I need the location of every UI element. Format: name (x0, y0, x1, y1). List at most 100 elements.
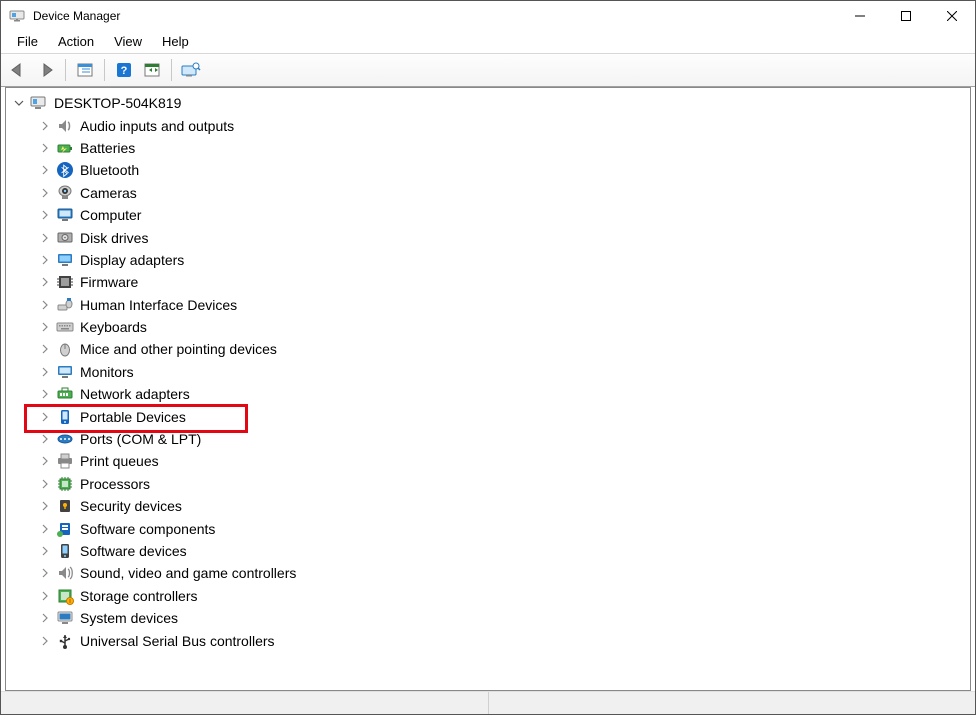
sys-icon (56, 609, 74, 627)
collapse-icon[interactable] (12, 96, 26, 110)
properties-button[interactable] (178, 57, 204, 83)
tree-item-stor[interactable]: Storage controllers (32, 585, 970, 607)
disp-icon (56, 251, 74, 269)
fw-icon (56, 273, 74, 291)
proc-icon (56, 475, 74, 493)
stor-icon (56, 587, 74, 605)
tree-item-label: Monitors (80, 364, 134, 380)
tree-item-label: Storage controllers (80, 588, 198, 604)
kb-icon (56, 318, 74, 336)
tree-item-net[interactable]: Network adapters (32, 383, 970, 405)
menu-view[interactable]: View (104, 33, 152, 50)
minimize-button[interactable] (837, 1, 883, 31)
bt-icon (56, 161, 74, 179)
tree-item-label: Human Interface Devices (80, 297, 237, 313)
tree-item-label: Bluetooth (80, 162, 139, 178)
scan-hardware-button[interactable] (139, 57, 165, 83)
tree-item-snd[interactable]: Sound, video and game controllers (32, 562, 970, 584)
port-icon (56, 408, 74, 426)
tree-item-label: Universal Serial Bus controllers (80, 633, 275, 649)
device-manager-window: Device Manager File Action View Help (0, 0, 976, 715)
tree-item-batt[interactable]: Batteries (32, 137, 970, 159)
expand-icon[interactable] (38, 119, 52, 133)
maximize-button[interactable] (883, 1, 929, 31)
comp-icon (56, 206, 74, 224)
tree-item-ports[interactable]: Ports (COM & LPT) (32, 428, 970, 450)
close-button[interactable] (929, 1, 975, 31)
expand-icon[interactable] (38, 186, 52, 200)
expand-icon[interactable] (38, 544, 52, 558)
tree-item-label: Firmware (80, 274, 138, 290)
ports-icon (56, 430, 74, 448)
tree-item-cam[interactable]: Cameras (32, 182, 970, 204)
tree-root[interactable]: DESKTOP-504K819 (6, 92, 970, 114)
tree-item-label: Sound, video and game controllers (80, 565, 296, 581)
help-button[interactable]: ? (111, 57, 137, 83)
expand-icon[interactable] (38, 611, 52, 625)
prn-icon (56, 452, 74, 470)
expand-icon[interactable] (38, 387, 52, 401)
expand-icon[interactable] (38, 499, 52, 513)
expand-icon[interactable] (38, 432, 52, 446)
tree-item-swc[interactable]: Software components (32, 517, 970, 539)
expand-icon[interactable] (38, 566, 52, 580)
swc-icon (56, 520, 74, 538)
audio-icon (56, 117, 74, 135)
tree-item-prn[interactable]: Print queues (32, 450, 970, 472)
sec-icon (56, 497, 74, 515)
tree-item-proc[interactable]: Processors (32, 473, 970, 495)
menu-action[interactable]: Action (48, 33, 104, 50)
tree-item-disk[interactable]: Disk drives (32, 226, 970, 248)
tree-item-sec[interactable]: Security devices (32, 495, 970, 517)
expand-icon[interactable] (38, 342, 52, 356)
tree-item-mon[interactable]: Monitors (32, 361, 970, 383)
swd-icon (56, 542, 74, 560)
tree-item-label: Security devices (80, 498, 182, 514)
tree-item-mouse[interactable]: Mice and other pointing devices (32, 338, 970, 360)
tree-root-label: DESKTOP-504K819 (54, 95, 181, 111)
tree-item-label: Print queues (80, 453, 159, 469)
tree-item-disp[interactable]: Display adapters (32, 249, 970, 271)
expand-icon[interactable] (38, 410, 52, 424)
expand-icon[interactable] (38, 522, 52, 536)
menu-file[interactable]: File (7, 33, 48, 50)
tree-item-label: Disk drives (80, 230, 148, 246)
expand-icon[interactable] (38, 141, 52, 155)
tree-item-audio[interactable]: Audio inputs and outputs (32, 114, 970, 136)
expand-icon[interactable] (38, 589, 52, 603)
tree-item-port[interactable]: Portable Devices (32, 405, 970, 427)
tree-item-fw[interactable]: Firmware (32, 271, 970, 293)
tree-item-bt[interactable]: Bluetooth (32, 159, 970, 181)
tree-item-label: Portable Devices (80, 409, 186, 425)
window-title: Device Manager (33, 9, 120, 23)
device-tree-panel[interactable]: DESKTOP-504K819 Audio inputs and outputs… (5, 87, 971, 691)
expand-icon[interactable] (38, 163, 52, 177)
expand-icon[interactable] (38, 477, 52, 491)
menu-help[interactable]: Help (152, 33, 199, 50)
tree-item-kb[interactable]: Keyboards (32, 316, 970, 338)
show-hidden-button[interactable] (72, 57, 98, 83)
tree-item-sys[interactable]: System devices (32, 607, 970, 629)
expand-icon[interactable] (38, 320, 52, 334)
tree-item-label: Batteries (80, 140, 135, 156)
tree-item-hid[interactable]: Human Interface Devices (32, 294, 970, 316)
net-icon (56, 385, 74, 403)
tree-item-swd[interactable]: Software devices (32, 540, 970, 562)
tree-item-comp[interactable]: Computer (32, 204, 970, 226)
expand-icon[interactable] (38, 275, 52, 289)
forward-button[interactable] (33, 57, 59, 83)
tree-item-label: Keyboards (80, 319, 147, 335)
tree-item-usb[interactable]: Universal Serial Bus controllers (32, 629, 970, 651)
expand-icon[interactable] (38, 231, 52, 245)
expand-icon[interactable] (38, 298, 52, 312)
expand-icon[interactable] (38, 253, 52, 267)
expand-icon[interactable] (38, 454, 52, 468)
expand-icon[interactable] (38, 208, 52, 222)
expand-icon[interactable] (38, 634, 52, 648)
cam-icon (56, 184, 74, 202)
back-button[interactable] (5, 57, 31, 83)
svg-text:?: ? (121, 65, 128, 77)
expand-icon[interactable] (38, 365, 52, 379)
tree-item-label: Software devices (80, 543, 187, 559)
tree-item-label: Audio inputs and outputs (80, 118, 234, 134)
